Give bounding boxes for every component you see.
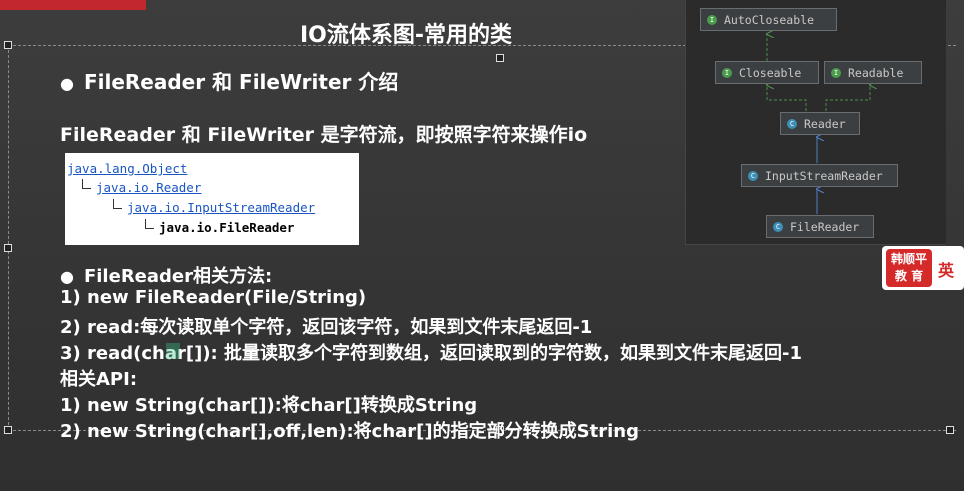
section1-text: FileReader 和 FileWriter 是字符流，即按照字符来操作io	[60, 124, 588, 146]
logo-line2: 教 育	[894, 269, 924, 283]
brand-logo: 韩顺平 教 育 英	[882, 246, 964, 290]
class-icon: C	[748, 170, 758, 181]
resize-handle[interactable]	[4, 426, 12, 434]
edge-reader-closeable	[767, 85, 807, 111]
section1-heading-text: FileReader 和 FileWriter 介绍	[83, 70, 399, 94]
resize-handle[interactable]	[4, 41, 12, 49]
section2-heading-text: FileReader相关方法:	[83, 266, 273, 287]
node-label: AutoCloseable	[724, 12, 815, 27]
node-label: Closeable	[739, 65, 802, 80]
class-hierarchy-box: java.lang.Object java.io.Reader java.io.…	[65, 153, 359, 245]
interface-icon: I	[707, 14, 717, 25]
tree-connector	[113, 199, 122, 209]
bullet-icon: ●	[60, 267, 74, 286]
section1-heading: ● FileReader 和 FileWriter 介绍	[60, 66, 398, 95]
diagram-node-closeable[interactable]: I Closeable	[715, 61, 819, 84]
bullet-icon: ●	[60, 74, 74, 93]
hierarchy-inputstreamreader-link[interactable]: java.io.InputStreamReader	[127, 200, 315, 215]
logo-stamp: 韩顺平 教 育	[886, 249, 932, 287]
class-icon: C	[773, 221, 783, 232]
resize-handle[interactable]	[946, 426, 954, 434]
slide-title: IO流体系图-常用的类	[300, 23, 513, 48]
hierarchy-reader-link[interactable]: java.io.Reader	[96, 180, 201, 195]
diagram-node-autocloseable[interactable]: I AutoCloseable	[700, 8, 837, 31]
mouse-cursor-highlight	[166, 343, 180, 359]
logo-line1: 韩顺平	[890, 252, 927, 266]
class-diagram: I AutoCloseable I Closeable I Readable C Rea…	[685, 0, 946, 245]
api-heading: 相关API:	[60, 369, 138, 390]
node-label: Readable	[848, 65, 904, 80]
slide: IO流体系图-常用的类 ● FileReader 和 FileWriter 介绍 …	[0, 0, 964, 491]
node-label: FileReader	[790, 219, 860, 234]
diagram-node-inputstreamreader[interactable]: C InputStreamReader	[741, 164, 898, 187]
node-label: InputStreamReader	[765, 168, 883, 183]
interface-icon: I	[831, 67, 841, 78]
selection-frame-left	[8, 45, 9, 430]
abstract-class-icon: C	[787, 118, 797, 129]
diagram-node-filereader[interactable]: C FileReader	[766, 215, 874, 238]
resize-handle[interactable]	[4, 244, 12, 252]
api-item: 2) new String(char[],off,len):将char[]的指定…	[60, 421, 639, 442]
resize-handle[interactable]	[496, 54, 504, 62]
tree-connector	[145, 219, 154, 229]
diagram-node-reader[interactable]: C Reader	[780, 112, 860, 135]
hierarchy-filereader: java.io.FileReader	[159, 220, 295, 235]
brand-tab	[0, 0, 146, 10]
edge-reader-readable	[825, 85, 870, 111]
logo-side-text: 英	[938, 261, 955, 280]
diagram-node-readable[interactable]: I Readable	[824, 61, 922, 84]
node-label: Reader	[804, 116, 846, 131]
tree-connector	[82, 179, 91, 189]
api-item: 1) new String(char[]):将char[]转换成String	[60, 395, 478, 416]
hierarchy-object-link[interactable]: java.lang.Object	[67, 161, 187, 176]
method-item: 2) read:每次读取单个字符，返回该字符，如果到文件末尾返回-1	[60, 317, 593, 338]
interface-icon: I	[722, 67, 732, 78]
method-item: 1) new FileReader(File/String)	[60, 287, 367, 308]
section2-heading: ● FileReader相关方法:	[60, 262, 272, 288]
